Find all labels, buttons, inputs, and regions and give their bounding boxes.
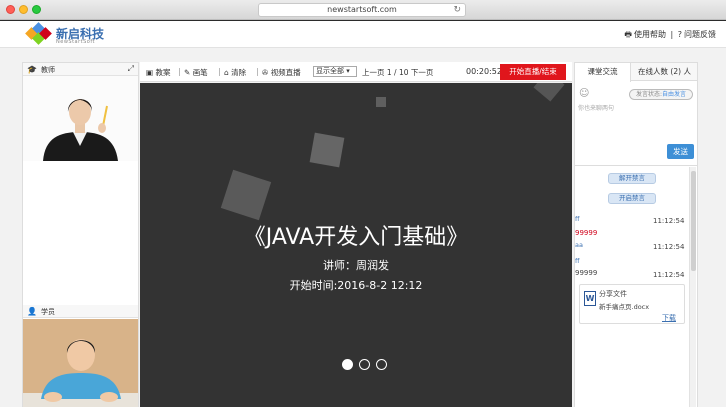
word-document-icon: W bbox=[584, 291, 596, 306]
message-time: 11:12:54 bbox=[653, 217, 685, 225]
speaking-status-badge: 发言状态:自由发言 bbox=[629, 89, 693, 100]
decor-square bbox=[309, 132, 345, 168]
class-timer: 00:20:52 bbox=[466, 67, 502, 76]
student-video[interactable] bbox=[23, 319, 138, 407]
url-text: newstartsoft.com bbox=[327, 5, 397, 14]
teacher-video[interactable] bbox=[23, 76, 138, 161]
expand-icon[interactable]: ⤢ bbox=[128, 64, 134, 74]
slide-dot-1[interactable] bbox=[342, 359, 353, 370]
display-select[interactable]: 显示全部 ▾ bbox=[313, 66, 357, 77]
slide-title: 《JAVA开发入门基础》 bbox=[243, 225, 469, 250]
mute-all-button[interactable]: 开启禁言 bbox=[608, 193, 656, 204]
courseware-icon: ▣ bbox=[146, 68, 154, 77]
decor-square bbox=[533, 83, 565, 102]
scroll-thumb[interactable] bbox=[691, 171, 696, 271]
student-label: 学员 bbox=[41, 308, 55, 316]
eraser-icon: ⌂ bbox=[224, 68, 229, 77]
feedback-link[interactable]: 问题反馈 bbox=[684, 30, 716, 39]
send-button[interactable]: 发送 bbox=[667, 144, 694, 159]
slide-lecturer: 讲师：周润发 bbox=[323, 259, 389, 272]
brand-subtitle: NewStartSoft bbox=[56, 39, 95, 45]
video-live-button[interactable]: ✇ 视频直播 bbox=[262, 67, 301, 78]
clear-button[interactable]: ⌂ 清除 bbox=[224, 67, 246, 78]
message-sender: ff bbox=[575, 257, 580, 265]
start-stop-live-button[interactable]: 开始直播/结束 bbox=[500, 64, 566, 80]
emoji-icon[interactable]: ☺ bbox=[579, 88, 589, 99]
page-navigator[interactable]: 上一页 1 / 10 下一页 bbox=[362, 67, 433, 78]
teacher-section-header: 🎓 教师 ⤢ bbox=[23, 63, 138, 76]
header-links: 🖶 使用帮助 | ? 问题反馈 bbox=[622, 29, 716, 43]
help-icon[interactable]: 🖶 bbox=[624, 30, 632, 39]
whiteboard-toolbar: ▣ 教案 | ✎ 画笔 | ⌂ 清除 | ✇ 视频直播 显示全部 ▾ 上一页 1… bbox=[140, 62, 572, 82]
message-time: 11:12:54 bbox=[653, 243, 685, 251]
film-reel-icon: ✇ bbox=[262, 68, 269, 77]
slide-dot-2[interactable] bbox=[359, 359, 370, 370]
courseware-button[interactable]: ▣ 教案 bbox=[146, 67, 170, 78]
app-header: 新启科技 NewStartSoft 🖶 使用帮助 | ? 问题反馈 bbox=[0, 21, 726, 48]
pen-icon: ✎ bbox=[184, 68, 191, 77]
brand-logo-icon bbox=[24, 22, 54, 45]
message-sender: aa bbox=[575, 241, 583, 249]
video-column: 🎓 教师 ⤢ 👤 学员 bbox=[22, 62, 139, 407]
chat-scrollbar[interactable] bbox=[689, 167, 696, 407]
teacher-label: 教师 bbox=[41, 66, 55, 74]
teacher-icon: 🎓 bbox=[27, 65, 37, 74]
decor-square bbox=[376, 97, 386, 107]
chat-input[interactable]: ☺ 你也来聊两句 发言状态:自由发言 发送 bbox=[575, 82, 697, 166]
message-text: 99999 bbox=[575, 269, 598, 277]
chat-placeholder: 你也来聊两句 bbox=[578, 105, 615, 112]
message-sender: ff bbox=[575, 215, 580, 223]
download-link[interactable]: 下载 bbox=[662, 313, 676, 323]
unmute-all-button[interactable]: 解开禁言 bbox=[608, 173, 656, 184]
presentation-slide[interactable]: 《JAVA开发入门基础》 讲师：周润发 开始时间:2016-8-2 12:12 bbox=[140, 83, 572, 407]
maximize-window-button[interactable] bbox=[32, 5, 41, 14]
minimize-window-button[interactable] bbox=[19, 5, 28, 14]
feedback-icon[interactable]: ? bbox=[678, 30, 682, 39]
tab-classroom-chat[interactable]: 课堂交流 bbox=[575, 63, 631, 82]
chat-tabs: 课堂交流 在线人数 (2) 人 bbox=[575, 63, 697, 82]
close-window-button[interactable] bbox=[6, 5, 15, 14]
reload-icon[interactable]: ↻ bbox=[453, 4, 461, 16]
message-text: 99999 bbox=[575, 229, 598, 237]
tab-online-users[interactable]: 在线人数 (2) 人 bbox=[632, 63, 697, 81]
shared-file-card: W 分享文件 新手痛点页.docx 下载 bbox=[579, 284, 685, 324]
chat-panel: 课堂交流 在线人数 (2) 人 ☺ 你也来聊两句 发言状态:自由发言 发送 解开… bbox=[574, 62, 698, 407]
help-link[interactable]: 使用帮助 bbox=[634, 30, 666, 39]
slide-pagination bbox=[342, 359, 388, 371]
file-share-title: 分享文件 bbox=[599, 290, 627, 298]
decor-square bbox=[220, 169, 272, 221]
student-icon: 👤 bbox=[27, 307, 37, 316]
message-time: 11:12:54 bbox=[653, 271, 685, 279]
slide-start-time: 开始时间:2016-8-2 12:12 bbox=[289, 279, 423, 292]
file-name: 新手痛点页.docx bbox=[599, 303, 650, 311]
header-separator: | bbox=[670, 30, 674, 39]
browser-chrome: newstartsoft.com ↻ bbox=[0, 0, 726, 20]
pen-button[interactable]: ✎ 画笔 bbox=[184, 67, 208, 78]
address-bar[interactable]: newstartsoft.com ↻ bbox=[258, 3, 466, 17]
slide-dot-3[interactable] bbox=[376, 359, 387, 370]
student-section-header: 👤 学员 bbox=[23, 305, 138, 318]
